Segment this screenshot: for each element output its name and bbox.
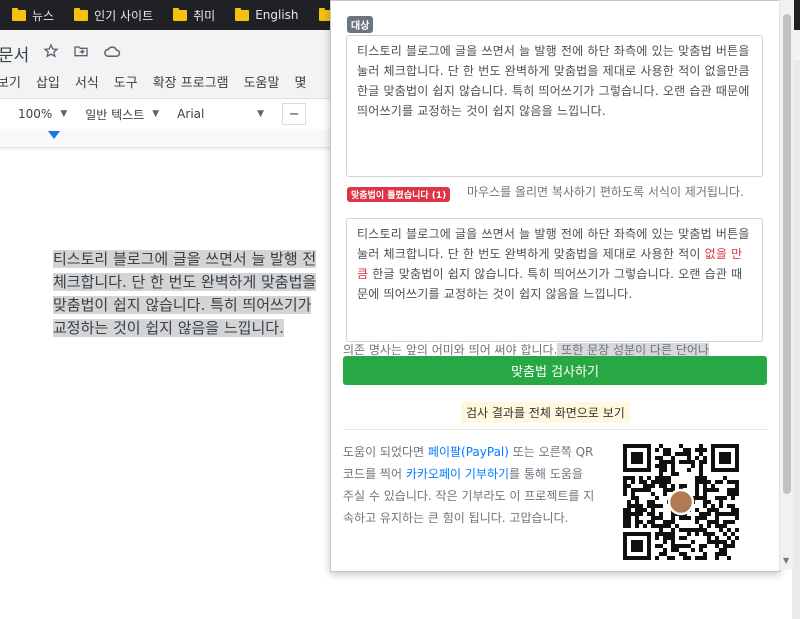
scroll-thumb[interactable] [783,14,791,494]
font-select[interactable]: Arial ▼ [177,107,264,121]
menu-help[interactable]: 도움말 [244,72,280,91]
bookmark-news[interactable]: 뉴스 [12,7,54,24]
donate-text-part: 도움이 되었다면 [343,445,428,459]
bookmark-hobby[interactable]: 취미 [173,7,215,24]
menu-last-edit[interactable]: 몇 [294,72,306,91]
style-value: 일반 텍스트 [85,107,145,122]
docs-menu: 보기 삽입 서식 도구 확장 프로그램 도움말 몇 [0,72,321,91]
folder-icon [74,7,89,21]
folder-icon [12,7,26,21]
zoom-select[interactable]: 100% ▼ [18,107,67,121]
divider [343,429,767,430]
menu-format[interactable]: 서식 [75,72,99,91]
result-box[interactable]: 티스토리 블로그에 글을 쓰면서 늘 발행 전에 하단 좌측에 있는 맞춤법 버… [346,218,763,342]
menu-view[interactable]: 보기 [0,72,21,91]
popup-scrollbar[interactable]: ▼ [779,0,794,570]
error-count-badge: 맞춤법이 틀렸습니다 (1) [347,187,451,202]
folder-icon [235,7,250,21]
bookmark-label: 취미 [193,8,216,23]
target-textarea[interactable]: 티스토리 블로그에 글을 쓰면서 늘 발행 전에 하단 좌측에 있는 맞춤법 버… [346,35,763,177]
doc-body[interactable]: 티스토리 블로그에 글을 쓰면서 늘 발행 전 체크합니다. 단 한 번도 완벽… [53,248,343,340]
note-text: 의존 명사는 앞의 어미와 띄어 써야 합니다. [343,343,558,357]
chevron-down-icon: ▼ [152,109,160,119]
style-select[interactable]: 일반 텍스트 ▼ [85,106,159,123]
chevron-down-icon: ▼ [60,109,68,119]
doc-line: 교정하는 것이 쉽지 않음을 느낍니다. [53,319,284,337]
bookmark-label: 뉴스 [32,8,55,23]
menu-tools[interactable]: 도구 [114,72,138,91]
qr-code-icon [623,444,739,560]
result-text: 한글 맞춤법이 쉽지 않습니다. 특히 띄어쓰기가 그렇습니다. 오랜 습관 때… [357,267,743,301]
menu-extensions[interactable]: 확장 프로그램 [153,72,229,91]
bookmark-popular-sites[interactable]: 인기 사이트 [74,7,153,24]
doc-title[interactable]: 문서 [0,41,29,66]
kakaopay-link[interactable]: 카카오페이 기부하기 [406,467,509,481]
cloud-icon[interactable] [103,43,121,64]
bookmark-label: English [255,8,299,22]
target-badge: 대상 [347,16,374,33]
doc-line: 맞춤법이 쉽지 않습니다. 특히 띄어쓰기가 [53,296,312,314]
font-value: Arial [177,107,205,121]
zoom-value: 100% [18,107,53,121]
move-to-folder-icon[interactable] [73,43,89,64]
bookmark-label: 인기 사이트 [94,8,154,23]
star-icon[interactable] [43,42,59,64]
indent-marker[interactable] [48,131,60,139]
doc-line: 티스토리 블로그에 글을 쓰면서 늘 발행 전 [53,250,317,268]
doc-title-row: 문서 [0,38,135,68]
folder-icon [173,7,188,21]
font-size-decrease-button[interactable]: − [282,103,307,125]
spellcheck-button[interactable]: 맞춤법 검사하기 [343,356,767,385]
scroll-down-arrow-icon[interactable]: ▼ [783,556,789,565]
spellcheck-popup: 대상 티스토리 블로그에 글을 쓰면서 늘 발행 전에 하단 좌측에 있는 맞춤… [330,0,780,572]
doc-line: 체크합니다. 단 한 번도 완벽하게 맞춤법을 [53,273,317,291]
paypal-link[interactable]: 페이팔(PayPal) [428,445,509,459]
menu-insert[interactable]: 삽입 [36,72,60,91]
chevron-down-icon: ▼ [257,109,265,119]
fullscreen-link[interactable]: 검사 결과를 전체 화면으로 보기 [461,402,630,423]
result-text: 티스토리 블로그에 글을 쓰면서 늘 발행 전에 하단 좌측에 있는 맞춤법 버… [357,227,750,261]
donate-text: 도움이 되었다면 페이팔(PayPal) 또는 오른쪽 QR코드를 찍어 카카오… [343,441,595,529]
note-highlight: 또한 문장 성분이 다른 단어나 [557,343,709,357]
bookmark-english[interactable]: English [235,7,299,22]
